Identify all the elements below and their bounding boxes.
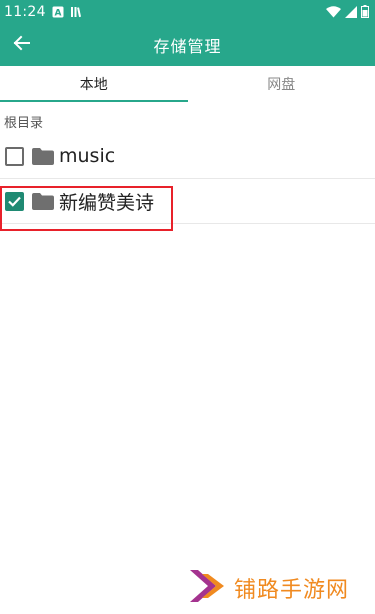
signal-icon xyxy=(345,3,357,22)
status-time: 11:24 xyxy=(4,4,46,20)
tab-local[interactable]: 本地 xyxy=(0,66,188,102)
header: 11:24 A 存储管理 xyxy=(0,0,375,66)
tab-bar: 本地 网盘 xyxy=(0,66,375,102)
check-icon xyxy=(8,196,21,207)
notification-library-icon xyxy=(70,3,82,22)
checkbox-checked[interactable] xyxy=(5,191,24,211)
watermark-logo-icon xyxy=(186,566,228,610)
screen: 11:24 A 存储管理 本地 网盘 根目录 music 新编赞美诗 铺路手游网 xyxy=(0,0,375,614)
checkbox[interactable] xyxy=(5,146,24,166)
watermark: 铺路手游网 xyxy=(186,566,349,610)
status-left: 11:24 A xyxy=(4,3,82,22)
item-name: music xyxy=(59,145,116,167)
page-title: 存储管理 xyxy=(153,37,222,56)
folder-icon xyxy=(32,192,54,210)
folder-icon xyxy=(32,147,54,165)
item-name: 新编赞美诗 xyxy=(59,191,155,214)
svg-text:A: A xyxy=(54,8,61,18)
battery-icon xyxy=(361,3,369,22)
file-list: music 新编赞美诗 xyxy=(0,134,375,224)
wifi-icon xyxy=(326,3,341,22)
watermark-text: 铺路手游网 xyxy=(234,578,350,603)
tab-cloud-label: 网盘 xyxy=(267,77,296,93)
toolbar: 存储管理 xyxy=(0,24,375,66)
list-item[interactable]: music xyxy=(0,134,375,179)
arrow-left-icon xyxy=(12,35,30,55)
status-icons xyxy=(326,3,369,22)
status-bar: 11:24 A xyxy=(0,0,375,24)
path-breadcrumb: 根目录 xyxy=(4,116,44,131)
list-item[interactable]: 新编赞美诗 xyxy=(0,179,375,224)
tab-cloud[interactable]: 网盘 xyxy=(188,66,375,102)
notification-a-icon: A xyxy=(52,3,64,22)
back-button[interactable] xyxy=(6,30,36,60)
tab-local-label: 本地 xyxy=(79,77,108,93)
